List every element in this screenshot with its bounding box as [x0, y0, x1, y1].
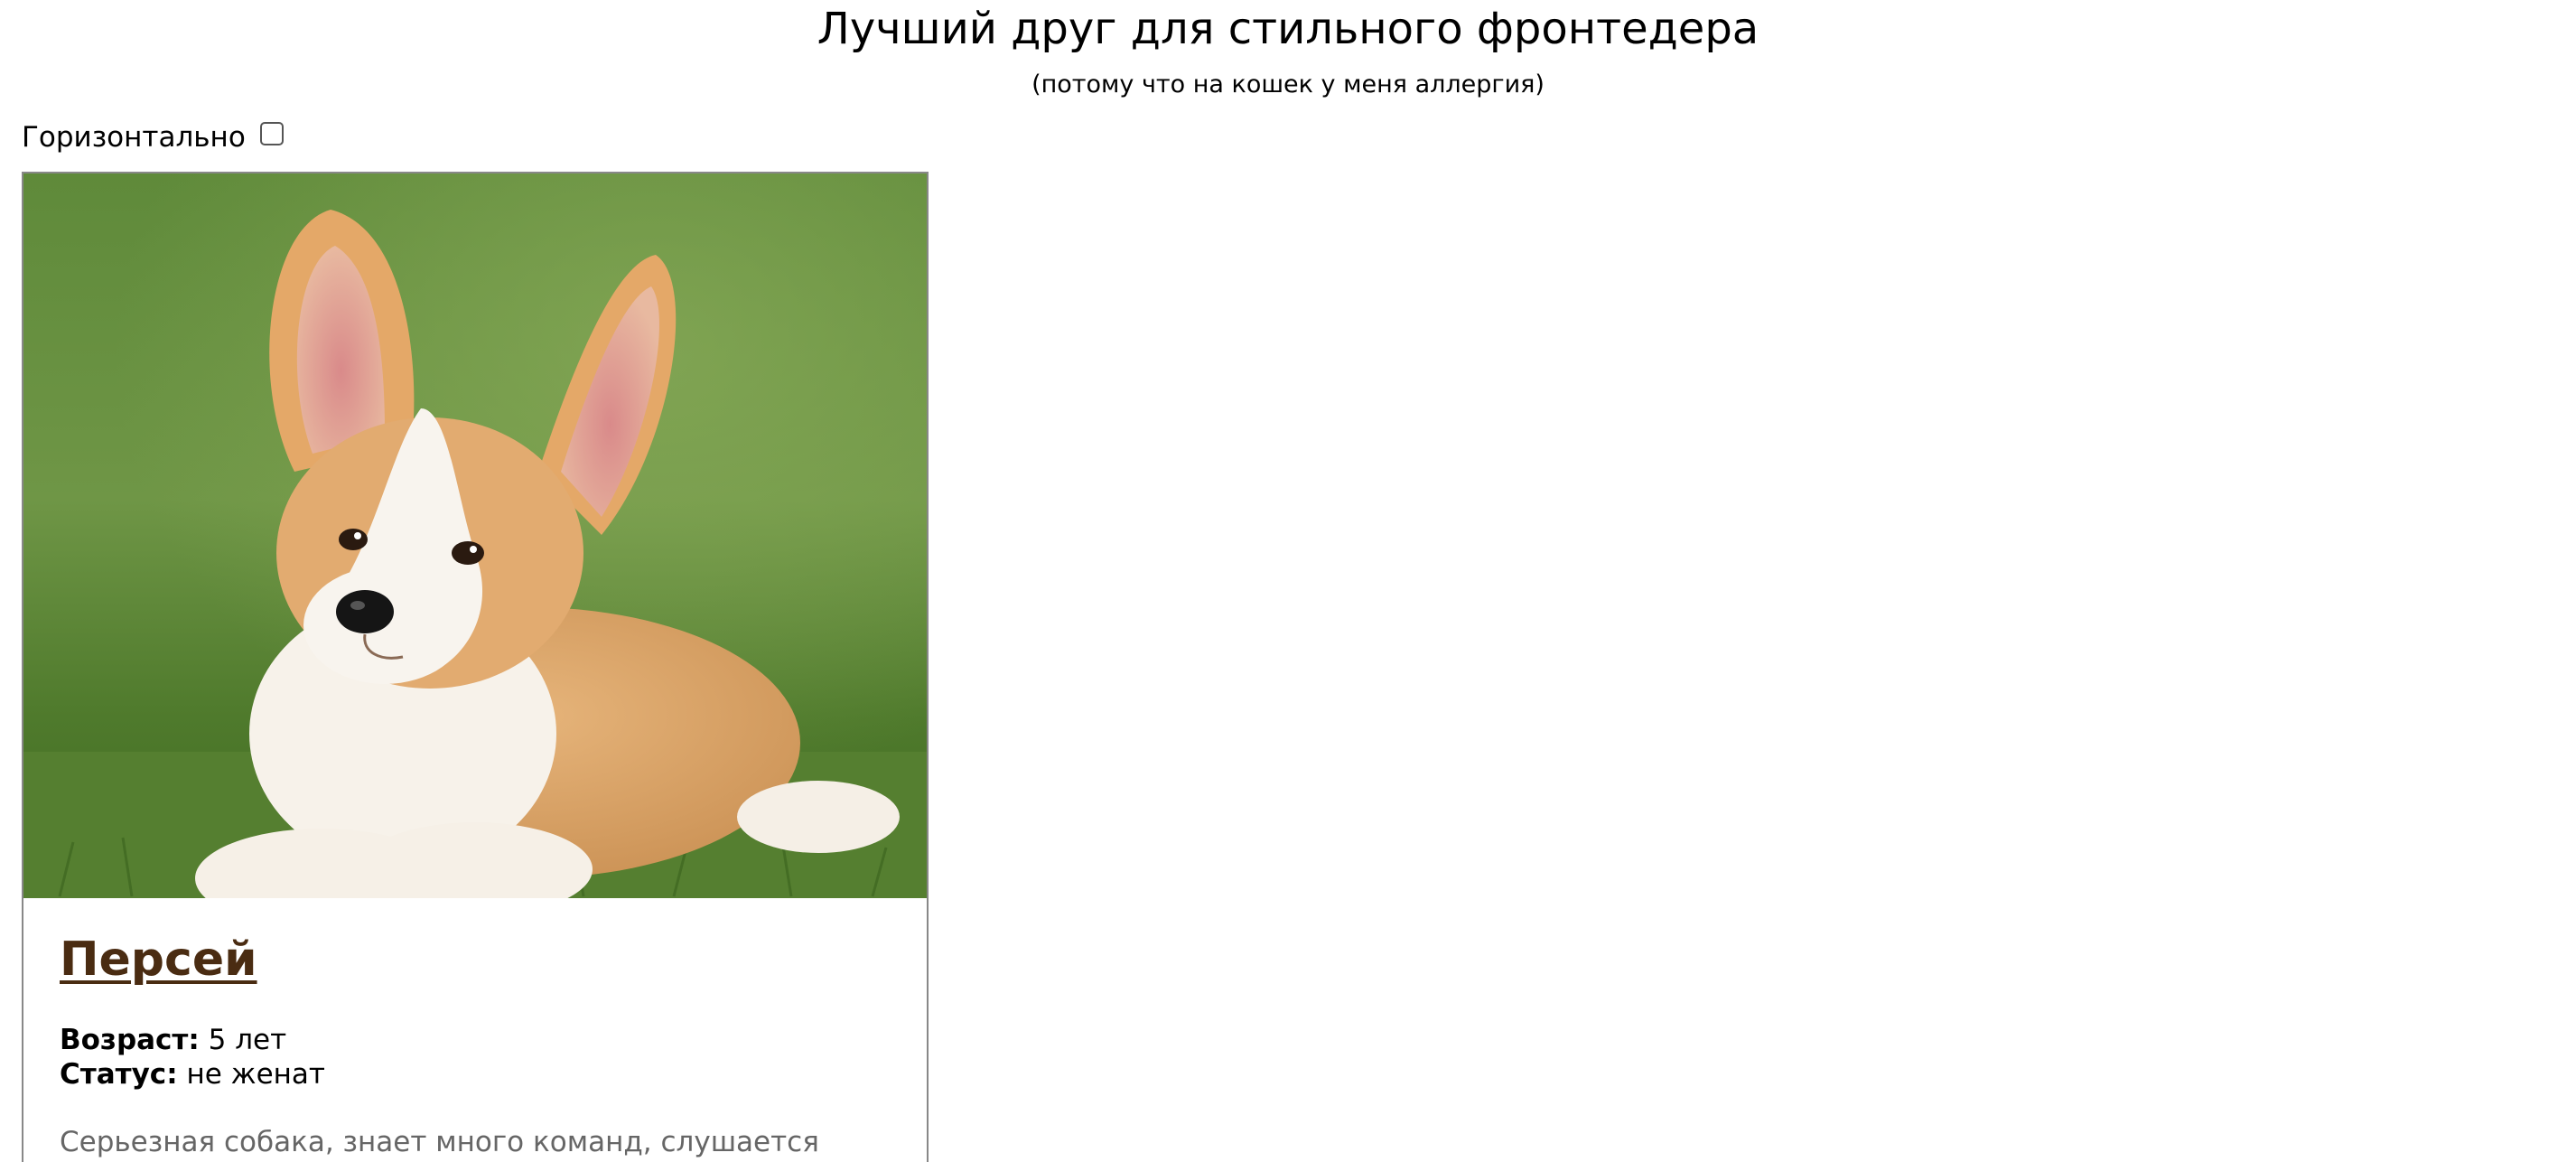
horizontal-label[interactable]: Горизонтально: [22, 121, 246, 154]
horizontal-checkbox[interactable]: [259, 122, 284, 145]
status-row: Статус: не женат: [60, 1057, 891, 1092]
page-title: Лучший друг для стильного фронтедера: [817, 4, 1759, 54]
status-label: Статус:: [60, 1058, 178, 1091]
dog-name-link[interactable]: Персей: [60, 931, 257, 989]
horizontal-toggle-row: Горизонтально: [22, 117, 284, 157]
status-value: не женат: [186, 1058, 325, 1091]
dog-photo: [23, 173, 927, 898]
card-body: Персей Возраст: 5 лет Статус: не женат С…: [23, 898, 927, 1162]
page-subtitle: (потому что на кошек у меня аллергия): [1031, 70, 1545, 98]
age-row: Возраст: 5 лет: [60, 1023, 891, 1057]
age-value: 5 лет: [208, 1024, 287, 1056]
dog-info: Возраст: 5 лет Статус: не женат: [60, 1023, 891, 1092]
dog-card: Персей Возраст: 5 лет Статус: не женат С…: [22, 172, 929, 1162]
page: Лучший друг для стильного фронтедера (по…: [0, 0, 2576, 1162]
dog-description: Серьезная собака, знает много команд, сл…: [60, 1126, 819, 1158]
age-label: Возраст:: [60, 1024, 200, 1056]
